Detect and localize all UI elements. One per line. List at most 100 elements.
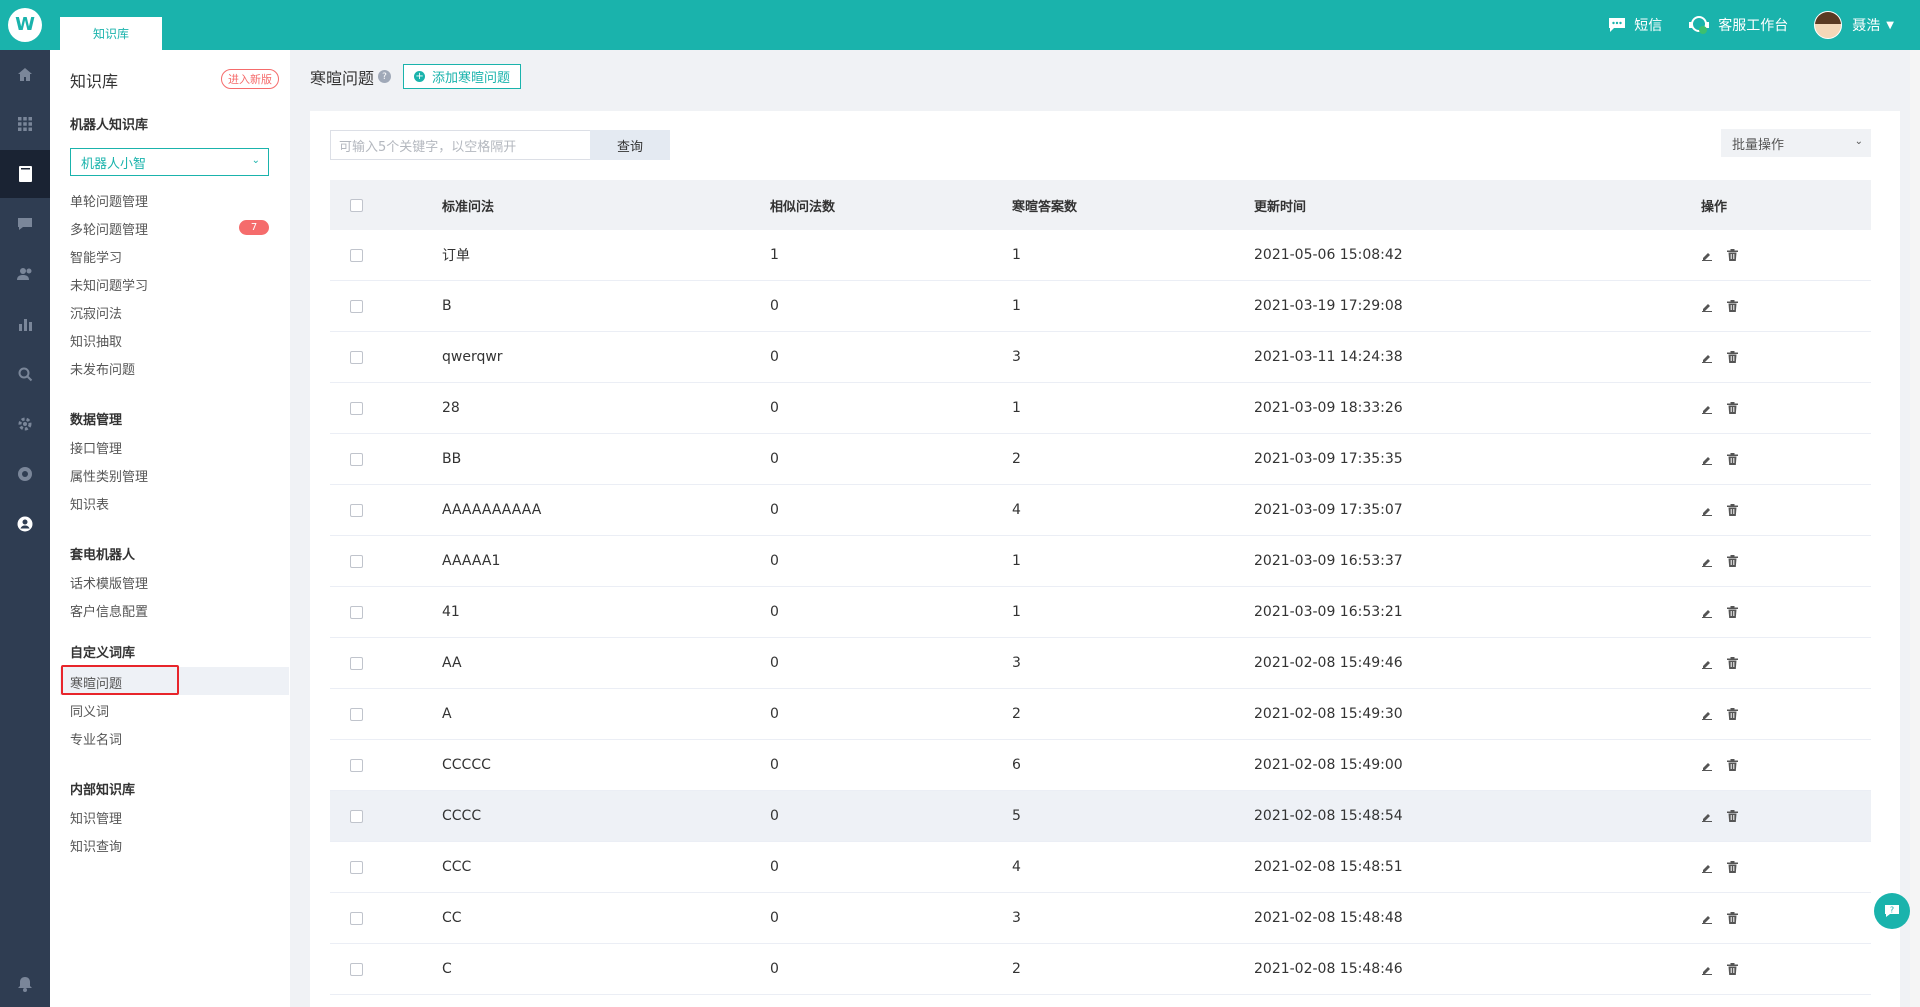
- edit-icon[interactable]: [1701, 861, 1713, 873]
- row-checkbox[interactable]: [350, 911, 363, 925]
- users-icon[interactable]: [0, 250, 50, 298]
- row-checkbox[interactable]: [350, 401, 363, 415]
- sidebar-item-synonyms[interactable]: 同义词: [70, 701, 109, 720]
- edit-icon[interactable]: [1701, 963, 1713, 975]
- table-row[interactable]: A 0 2 2021-02-08 15:49:30: [330, 689, 1871, 740]
- sidebar-item-customer-info[interactable]: 客户信息配置: [70, 601, 148, 620]
- trash-icon[interactable]: [1727, 453, 1738, 465]
- trash-icon[interactable]: [1727, 351, 1738, 363]
- row-checkbox[interactable]: [350, 758, 363, 772]
- edit-icon[interactable]: [1701, 402, 1713, 414]
- new-version-button[interactable]: 进入新版: [221, 69, 279, 89]
- row-checkbox[interactable]: [350, 554, 363, 568]
- table-row[interactable]: CCCC 0 5 2021-02-08 15:48:54: [330, 791, 1871, 842]
- sidebar-item-smart-learning[interactable]: 智能学习: [70, 247, 122, 266]
- table-row[interactable]: AA 0 3 2021-02-08 15:49:46: [330, 638, 1871, 689]
- sms-button[interactable]: 短信: [1608, 15, 1662, 35]
- table-row[interactable]: BB 0 2 2021-03-09 17:35:35: [330, 434, 1871, 485]
- batch-actions-select[interactable]: 批量操作 ⌄: [1721, 129, 1871, 157]
- edit-icon[interactable]: [1701, 300, 1713, 312]
- trash-icon[interactable]: [1727, 555, 1738, 567]
- sidebar-item-knowledge-table[interactable]: 知识表: [70, 494, 109, 513]
- add-greeting-button[interactable]: + 添加寒暄问题: [403, 64, 522, 89]
- edit-icon[interactable]: [1701, 504, 1713, 516]
- edit-icon[interactable]: [1701, 912, 1713, 924]
- edit-icon[interactable]: [1701, 453, 1713, 465]
- search-icon[interactable]: [0, 350, 50, 398]
- select-all-checkbox[interactable]: [350, 198, 363, 212]
- edit-icon[interactable]: [1701, 708, 1713, 720]
- page-scrollbar[interactable]: [1910, 50, 1920, 1007]
- user-menu[interactable]: 聂浩 ▼: [1814, 11, 1894, 39]
- sidebar-item-knowledge-management[interactable]: 知识管理: [70, 808, 122, 827]
- user-circle-icon[interactable]: [0, 500, 50, 548]
- table-row[interactable]: AAAAA1 0 1 2021-03-09 16:53:37: [330, 536, 1871, 587]
- trash-icon[interactable]: [1727, 657, 1738, 669]
- table-row[interactable]: CCCCC 0 6 2021-02-08 15:49:00: [330, 740, 1871, 791]
- search-button[interactable]: 查询: [590, 130, 670, 160]
- row-checkbox[interactable]: [350, 860, 363, 874]
- tab-knowledge-base[interactable]: 知识库: [60, 17, 162, 50]
- trash-icon[interactable]: [1727, 963, 1738, 975]
- tooth-logo-icon[interactable]: W: [8, 8, 42, 42]
- target-icon[interactable]: [0, 450, 50, 498]
- row-checkbox[interactable]: [350, 809, 363, 823]
- table-row[interactable]: CC 0 3 2021-02-08 15:48:48: [330, 893, 1871, 944]
- trash-icon[interactable]: [1727, 810, 1738, 822]
- edit-icon[interactable]: [1701, 606, 1713, 618]
- row-checkbox[interactable]: [350, 707, 363, 721]
- sidebar-item-multi-turn[interactable]: 多轮问题管理: [70, 219, 148, 238]
- robot-select[interactable]: 机器人小智 ⌄: [70, 148, 269, 176]
- row-checkbox[interactable]: [350, 299, 363, 313]
- trash-icon[interactable]: [1727, 759, 1738, 771]
- help-icon[interactable]: ?: [378, 70, 392, 83]
- sidebar-item-unknown-learning[interactable]: 未知问题学习: [70, 275, 148, 294]
- table-row[interactable]: 28 0 1 2021-03-09 18:33:26: [330, 383, 1871, 434]
- sidebar-item-greetings[interactable]: 寒暄问题: [70, 673, 122, 692]
- edit-icon[interactable]: [1701, 249, 1713, 261]
- edit-icon[interactable]: [1701, 810, 1713, 822]
- row-checkbox[interactable]: [350, 350, 363, 364]
- sidebar-item-script-templates[interactable]: 话术模版管理: [70, 573, 148, 592]
- row-checkbox[interactable]: [350, 503, 363, 517]
- trash-icon[interactable]: [1727, 606, 1738, 618]
- row-checkbox[interactable]: [350, 248, 363, 262]
- edit-icon[interactable]: [1701, 759, 1713, 771]
- search-input[interactable]: 可输入5个关键字，以空格隔开: [330, 130, 590, 160]
- table-row[interactable]: C 0 2 2021-02-08 15:48:46: [330, 944, 1871, 995]
- table-row[interactable]: B 0 1 2021-03-19 17:29:08: [330, 281, 1871, 332]
- edit-icon[interactable]: [1701, 555, 1713, 567]
- sidebar-item-knowledge-extract[interactable]: 知识抽取: [70, 331, 122, 350]
- row-checkbox[interactable]: [350, 962, 363, 976]
- trash-icon[interactable]: [1727, 912, 1738, 924]
- trash-icon[interactable]: [1727, 861, 1738, 873]
- sidebar-item-knowledge-query[interactable]: 知识查询: [70, 836, 122, 855]
- edit-icon[interactable]: [1701, 351, 1713, 363]
- table-row[interactable]: qwerqwr 0 3 2021-03-11 14:24:38: [330, 332, 1871, 383]
- help-chat-icon[interactable]: ?: [1874, 893, 1910, 929]
- trash-icon[interactable]: [1727, 249, 1738, 261]
- table-row[interactable]: CCC 0 4 2021-02-08 15:48:51: [330, 842, 1871, 893]
- sidebar-item-api[interactable]: 接口管理: [70, 438, 122, 457]
- row-checkbox[interactable]: [350, 452, 363, 466]
- trash-icon[interactable]: [1727, 504, 1738, 516]
- home-icon[interactable]: [0, 50, 50, 98]
- sidebar-item-single-turn[interactable]: 单轮问题管理: [70, 191, 148, 210]
- chart-icon[interactable]: [0, 300, 50, 348]
- row-checkbox[interactable]: [350, 605, 363, 619]
- row-checkbox[interactable]: [350, 656, 363, 670]
- chat-icon[interactable]: [0, 200, 50, 248]
- apps-icon[interactable]: [0, 100, 50, 148]
- trash-icon[interactable]: [1727, 402, 1738, 414]
- table-row[interactable]: AAAAAAAAAA 0 4 2021-03-09 17:35:07: [330, 485, 1871, 536]
- sidebar-item-attribute-categories[interactable]: 属性类别管理: [70, 466, 148, 485]
- edit-icon[interactable]: [1701, 657, 1713, 669]
- book-icon[interactable]: [0, 150, 50, 198]
- trash-icon[interactable]: [1727, 708, 1738, 720]
- sidebar-item-terms[interactable]: 专业名词: [70, 729, 122, 748]
- workbench-button[interactable]: 客服工作台: [1688, 15, 1788, 35]
- trash-icon[interactable]: [1727, 300, 1738, 312]
- sidebar-item-silent-questions[interactable]: 沉寂问法: [70, 303, 122, 322]
- table-row[interactable]: 订单 1 1 2021-05-06 15:08:42: [330, 230, 1871, 281]
- table-row[interactable]: 41 0 1 2021-03-09 16:53:21: [330, 587, 1871, 638]
